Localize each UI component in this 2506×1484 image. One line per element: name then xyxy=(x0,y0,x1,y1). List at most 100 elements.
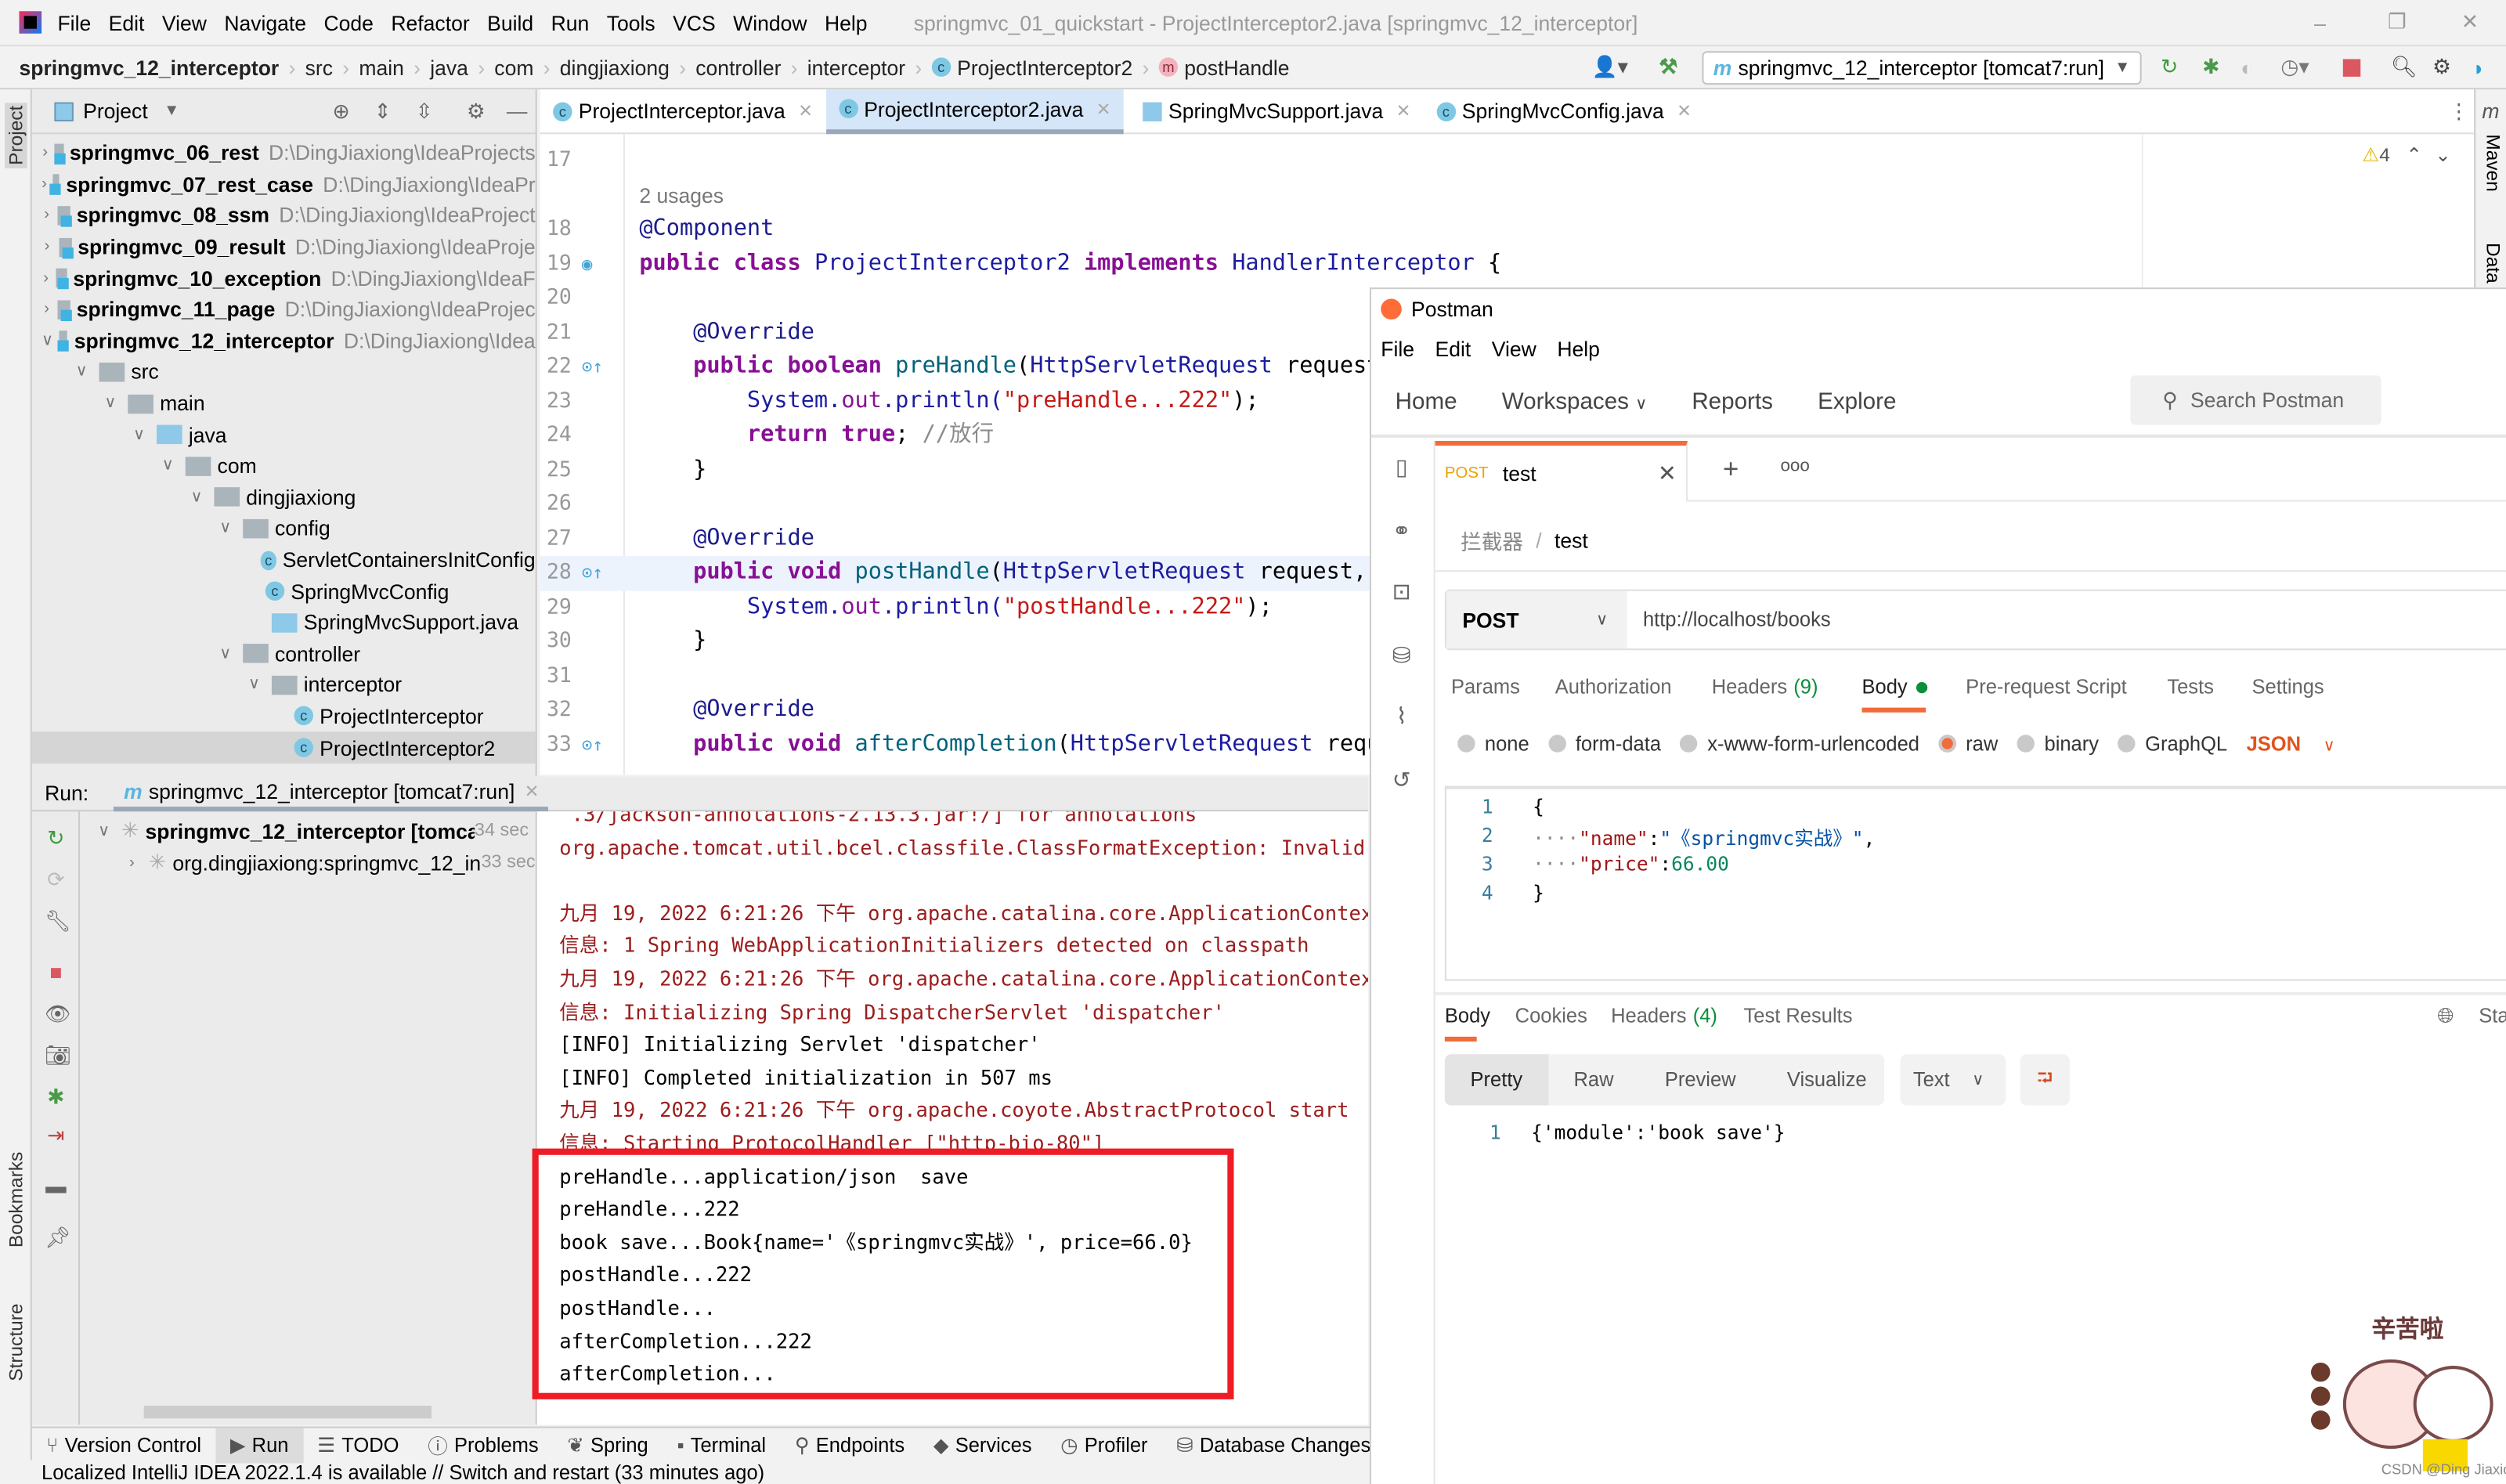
menu-edit[interactable]: Edit xyxy=(109,10,145,34)
editor-tab[interactable]: SpringMvcSupport.java ✕ xyxy=(1124,88,1424,133)
body-type-none[interactable]: none xyxy=(1457,733,1529,756)
chevron-down-icon[interactable]: ∨ xyxy=(214,645,237,663)
nav-explore[interactable]: Explore xyxy=(1818,389,1896,415)
project-tree-item[interactable]: c SpringMvcConfig xyxy=(32,576,536,607)
close-icon[interactable]: ✕ xyxy=(1658,460,1677,487)
search-input[interactable]: ⚲ Search Postman xyxy=(2130,375,2381,425)
view-pretty[interactable]: Pretty xyxy=(1444,1054,1548,1106)
request-tab-params[interactable]: Params xyxy=(1451,676,1520,699)
menu-tools[interactable]: Tools xyxy=(607,10,655,34)
project-tree-item[interactable]: c ServletContainersInitConfig xyxy=(32,544,536,576)
breadcrumb-item[interactable]: interceptor xyxy=(798,55,915,79)
project-tree-item[interactable]: › springmvc_07_rest_case D:\DingJiaxiong\I… xyxy=(32,168,536,200)
tool-todo[interactable]: ☰ TODO xyxy=(303,1428,413,1463)
body-format-select[interactable]: JSON ∨ xyxy=(2247,733,2335,756)
project-tree-item[interactable]: › springmvc_10_exception D:\DingJiaxiong\I… xyxy=(32,262,536,294)
implements-method-icon[interactable]: ⊙↑ xyxy=(582,728,603,762)
request-tab-pre-request-script[interactable]: Pre-request Script xyxy=(1966,676,2127,699)
gear-icon[interactable]: ⚙ xyxy=(2432,54,2451,80)
url-input[interactable]: http://localhost/books xyxy=(1643,608,1831,631)
menu-window[interactable]: Window xyxy=(733,10,807,34)
tool-version-control[interactable]: ⑂ Version Control xyxy=(32,1428,216,1463)
project-tree-item[interactable]: ∨ controller xyxy=(32,638,536,670)
implements-method-icon[interactable]: ⊙↑ xyxy=(582,556,603,590)
request-name[interactable]: test xyxy=(1555,529,1588,553)
tool-endpoints[interactable]: ⚲ Endpoints xyxy=(780,1428,919,1463)
request-tab-body[interactable]: Body xyxy=(1861,676,1927,713)
chevron-right-icon[interactable]: › xyxy=(42,175,47,193)
menu-refactor[interactable]: Refactor xyxy=(391,10,469,34)
nav-reports[interactable]: Reports xyxy=(1692,389,1773,415)
expand-all-icon[interactable]: ⇕ xyxy=(374,98,392,124)
usages-hint[interactable]: 2 usages xyxy=(639,178,724,212)
new-tab-icon[interactable]: + xyxy=(1723,453,1739,486)
project-tree-item[interactable]: ∨ java xyxy=(32,419,536,450)
pin-icon[interactable]: 📌︎ xyxy=(45,1226,71,1250)
project-tree-item[interactable]: c ProjectInterceptor2 xyxy=(31,731,536,764)
run-tree-item[interactable]: ∨ ✳ springmvc_12_interceptor [tomcat7:ru… xyxy=(80,814,536,847)
breadcrumb-item[interactable]: main xyxy=(349,55,413,79)
editor-tab[interactable]: c ProjectInterceptor2.java ✕ xyxy=(825,88,1124,134)
project-tree-item[interactable]: › springmvc_06_rest D:\DingJiaxiong\IdeaPr… xyxy=(32,137,536,168)
editor-tab[interactable]: c SpringMvcConfig.java ✕ xyxy=(1424,88,1705,133)
history-icon[interactable]: ↺ xyxy=(1388,767,1414,793)
globe-icon[interactable]: 🌐︎ xyxy=(2437,1003,2454,1029)
stop-icon[interactable]: ■ xyxy=(45,961,67,984)
camera-icon[interactable]: 📷︎ xyxy=(45,1044,71,1067)
menu-help[interactable]: Help xyxy=(825,10,868,34)
chevron-down-icon[interactable]: ∨ xyxy=(243,677,265,694)
project-tree-item[interactable]: ∨ springmvc_12_interceptor D:\DingJiaxiong… xyxy=(32,325,536,356)
eye-icon[interactable]: 👁︎ xyxy=(45,1002,71,1026)
response-tab-cookies[interactable]: Cookies xyxy=(1515,1005,1587,1027)
body-type-GraphQL[interactable]: GraphQL xyxy=(2118,733,2227,756)
project-tree-item[interactable]: ∨ src xyxy=(32,356,536,388)
breadcrumb-item[interactable]: com xyxy=(485,55,543,79)
collection-name[interactable]: 拦截器 xyxy=(1461,525,1523,556)
chevron-down-icon[interactable]: ▼ xyxy=(164,103,179,120)
close-icon[interactable]: ✕ xyxy=(798,101,813,121)
project-tree-item[interactable]: c ProjectInterceptor xyxy=(32,701,536,732)
body-type-raw[interactable]: raw xyxy=(1938,733,1998,756)
view-raw[interactable]: Raw xyxy=(1548,1054,1639,1105)
chevron-down-icon[interactable]: ∨ xyxy=(99,395,122,412)
tool-database-changes[interactable]: ⛁ Database Changes xyxy=(1162,1428,1385,1463)
request-body-editor[interactable]: 1{2 ····"name":"《springmvc实战》", 3 ····"pric… xyxy=(1444,785,2506,981)
pm-menu-view[interactable]: View xyxy=(1492,337,1536,361)
stop-icon[interactable] xyxy=(2342,59,2361,77)
hide-panel-icon[interactable]: — xyxy=(507,99,528,123)
nav-workspaces[interactable]: Workspaces ∨ xyxy=(1502,389,1647,415)
structure-tool-tab[interactable]: Structure xyxy=(5,1303,27,1381)
body-type-form-data[interactable]: form-data xyxy=(1548,733,1661,756)
menu-file[interactable]: File xyxy=(57,10,91,34)
request-tab-authorization[interactable]: Authorization xyxy=(1555,676,1672,699)
apis-icon[interactable]: ⚭ xyxy=(1388,518,1414,543)
method-select[interactable]: POST ∨ xyxy=(1446,590,1627,649)
import-icon[interactable]: ⇥ xyxy=(45,1124,67,1147)
menu-run[interactable]: Run xyxy=(551,10,590,34)
layout-icon[interactable]: ▬ xyxy=(45,1175,67,1198)
project-tree-item[interactable]: › springmvc_08_ssm D:\DingJiaxiong\IdeaPro… xyxy=(32,200,536,231)
menu-vcs[interactable]: VCS xyxy=(673,10,716,34)
pm-menu-file[interactable]: File xyxy=(1381,337,1414,361)
chevron-down-icon[interactable]: ∨ xyxy=(42,332,53,349)
close-icon[interactable]: ✕ xyxy=(1677,101,1692,121)
menu-navigate[interactable]: Navigate xyxy=(224,10,306,34)
restore-button[interactable]: ❐ xyxy=(2388,9,2407,35)
request-tab-headers[interactable]: Headers (9) xyxy=(1712,676,1818,699)
collections-icon[interactable]: ▯ xyxy=(1388,453,1414,479)
breadcrumb-item[interactable]: c ProjectInterceptor2 xyxy=(922,55,1142,79)
tool-terminal[interactable]: ▪ Terminal xyxy=(663,1428,780,1463)
chevron-right-icon[interactable]: › xyxy=(42,301,52,318)
maven-tool-tab[interactable]: Maven xyxy=(2482,134,2504,191)
status-message[interactable]: Localized IntelliJ IDEA 2022.1.4 is avai… xyxy=(42,1461,764,1484)
nav-home[interactable]: Home xyxy=(1396,389,1457,415)
run-config-select[interactable]: m springmvc_12_interceptor [tomcat7:run]… xyxy=(1702,51,2142,85)
project-tree-item[interactable]: ∨ dingjiaxiong xyxy=(32,482,536,513)
project-tree-item[interactable]: › springmvc_09_result D:\DingJiaxiong\Idea… xyxy=(32,231,536,262)
rerun-icon[interactable]: ↻ xyxy=(45,827,67,850)
tool-run[interactable]: ▶ Run xyxy=(215,1427,303,1463)
debug-icon[interactable]: ✱ xyxy=(2202,54,2219,80)
bookmarks-tool-tab[interactable]: Bookmarks xyxy=(5,1152,27,1247)
spring-bean-icon[interactable]: ◉ xyxy=(582,247,593,281)
gear-icon[interactable]: ⚙ xyxy=(467,98,486,124)
